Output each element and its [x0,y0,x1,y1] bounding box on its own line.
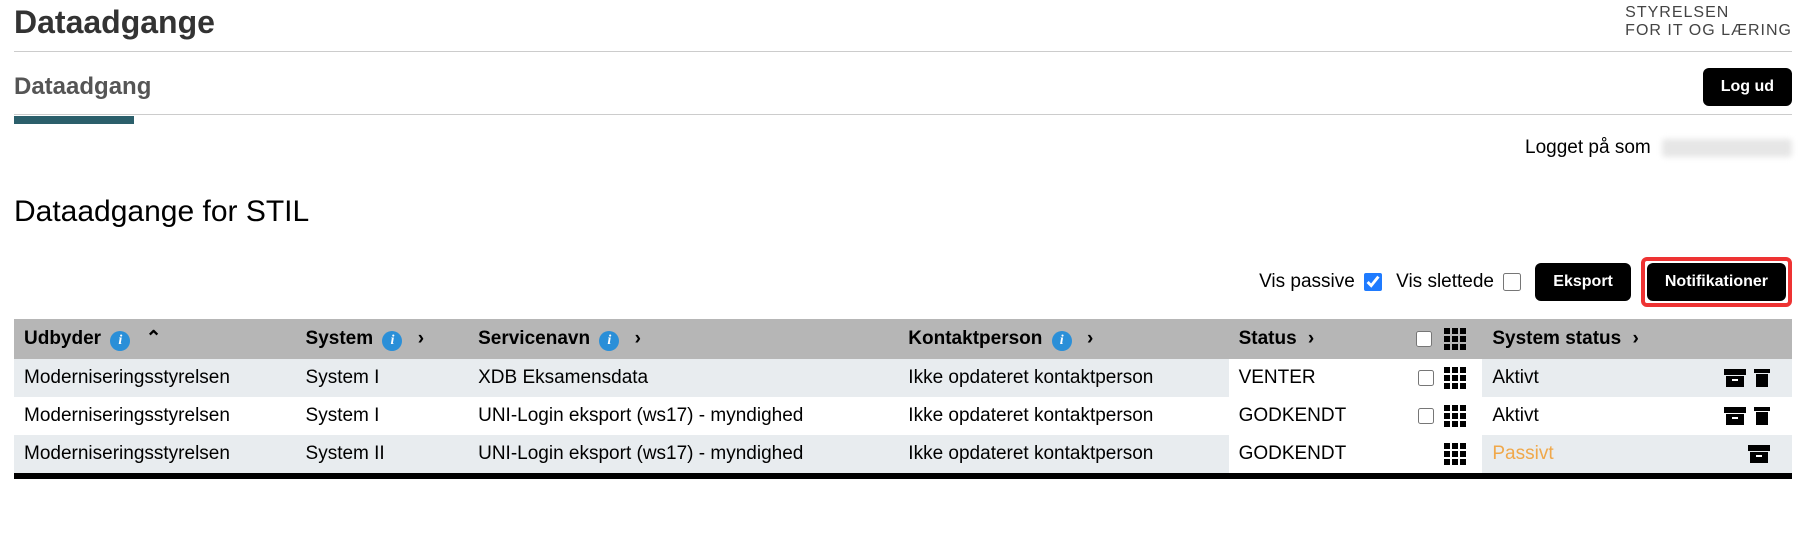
data-table: Udbyder i ⌃ System i › Servicenavn i › K… [14,319,1792,473]
cell-status: VENTER [1229,359,1388,397]
table-row: ModerniseringsstyrelsenSystem IXDB Eksam… [14,359,1792,397]
vis-slettede-label[interactable]: Vis slettede [1396,271,1525,293]
col-system[interactable]: System i › [296,319,469,359]
grid-icon[interactable] [1444,328,1466,350]
select-all-checkbox[interactable] [1416,331,1432,347]
cell-system-status: Aktivt [1482,397,1689,435]
cell-actions [1690,397,1792,435]
logged-in-as: Logget på som [14,123,1792,165]
col-udbyder[interactable]: Udbyder i ⌃ [14,319,296,359]
vis-slettede-text: Vis slettede [1396,271,1494,292]
col-system-label: System [306,328,374,349]
col-servicenavn-label: Servicenavn [478,328,590,349]
row-select-checkbox[interactable] [1418,370,1434,386]
cell-udbyder: Moderniseringsstyrelsen [14,435,296,473]
chevron-right-icon: › [635,328,641,350]
cell-servicenavn: XDB Eksamensdata [468,359,898,397]
info-icon[interactable]: i [110,331,130,351]
vis-passive-text: Vis passive [1259,271,1355,292]
col-bulk [1388,319,1483,359]
cell-bulk [1388,435,1483,473]
grid-icon[interactable] [1444,367,1466,389]
row-select-checkbox[interactable] [1418,408,1434,424]
cell-udbyder: Moderniseringsstyrelsen [14,397,296,435]
trash-icon[interactable] [1754,407,1770,425]
org-logo-line1: STYRELSEN [1625,4,1792,22]
chevron-right-icon: › [418,328,424,350]
cell-status: GODKENDT [1229,435,1388,473]
col-kontaktperson[interactable]: Kontaktperson i › [898,319,1228,359]
cell-kontaktperson: Ikke opdateret kontaktperson [898,397,1228,435]
col-system-status-label: System status [1492,328,1621,349]
cell-actions [1690,359,1792,397]
controls-row: Vis passive Vis slettede Eksport Notifik… [14,249,1792,319]
tab-dataadgang[interactable]: Dataadgang [14,73,151,101]
table-row: ModerniseringsstyrelsenSystem IIUNI-Logi… [14,435,1792,473]
org-logo-line2: FOR IT OG LÆRING [1625,22,1792,40]
cell-servicenavn: UNI-Login eksport (ws17) - myndighed [468,397,898,435]
logout-button[interactable]: Log ud [1703,68,1792,106]
vis-slettede-checkbox[interactable] [1503,273,1521,291]
eksport-button[interactable]: Eksport [1535,263,1631,301]
col-system-status[interactable]: System status › [1482,319,1689,359]
trash-icon[interactable] [1754,369,1770,387]
col-kontaktperson-label: Kontaktperson [908,328,1042,349]
cell-system: System I [296,359,469,397]
col-actions [1690,319,1792,359]
table-row: ModerniseringsstyrelsenSystem IUNI-Login… [14,397,1792,435]
cell-actions [1690,435,1792,473]
cell-servicenavn: UNI-Login eksport (ws17) - myndighed [468,435,898,473]
org-logo-text: STYRELSEN FOR IT OG LÆRING [1625,4,1792,41]
archive-icon[interactable] [1748,445,1770,463]
cell-udbyder: Moderniseringsstyrelsen [14,359,296,397]
vis-passive-label[interactable]: Vis passive [1259,271,1386,293]
archive-icon[interactable] [1724,369,1746,387]
info-icon[interactable]: i [599,331,619,351]
active-tab-indicator [14,116,134,124]
cell-kontaktperson: Ikke opdateret kontaktperson [898,435,1228,473]
chevron-right-icon: › [1632,328,1638,350]
chevron-right-icon: › [1308,328,1314,350]
info-icon[interactable]: i [1052,331,1072,351]
page-title: Dataadgange [14,4,215,41]
cell-system-status: Aktivt [1482,359,1689,397]
vis-passive-checkbox[interactable] [1364,273,1382,291]
chevron-right-icon: › [1087,328,1093,350]
grid-icon[interactable] [1444,443,1466,465]
logged-in-username [1662,139,1792,157]
cell-system: System II [296,435,469,473]
cell-bulk [1388,397,1483,435]
logged-in-prefix: Logget på som [1525,137,1651,158]
col-status[interactable]: Status › [1229,319,1388,359]
info-icon[interactable]: i [382,331,402,351]
cell-system: System I [296,397,469,435]
cell-status: GODKENDT [1229,397,1388,435]
cell-bulk [1388,359,1483,397]
cell-kontaktperson: Ikke opdateret kontaktperson [898,359,1228,397]
sort-asc-icon: ⌃ [146,327,162,350]
section-title: Dataadgange for STIL [14,165,1792,249]
col-status-label: Status [1239,328,1297,349]
col-udbyder-label: Udbyder [24,328,101,349]
table-footer-bar [14,473,1792,479]
archive-icon[interactable] [1724,407,1746,425]
col-servicenavn[interactable]: Servicenavn i › [468,319,898,359]
notifikationer-button[interactable]: Notifikationer [1647,263,1786,301]
notifikationer-highlight: Notifikationer [1641,257,1792,307]
grid-icon[interactable] [1444,405,1466,427]
cell-system-status: Passivt [1482,435,1689,473]
